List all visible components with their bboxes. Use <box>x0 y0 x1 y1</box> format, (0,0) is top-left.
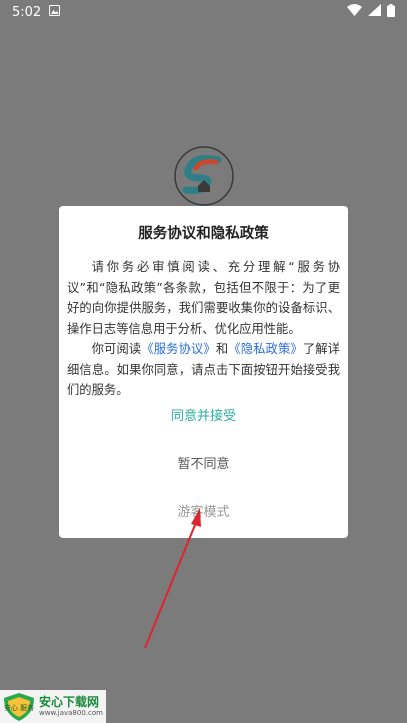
status-time: 5:02 <box>12 4 42 20</box>
signal-icon <box>368 4 381 20</box>
watermark-url: www.java800.com <box>39 709 103 717</box>
status-left: 5:02 <box>12 4 61 20</box>
para2-prefix: 你可阅读 <box>91 342 142 356</box>
battery-icon <box>387 3 395 21</box>
privacy-policy-link[interactable]: 《隐私政策》 <box>228 342 303 356</box>
privacy-dialog: 服务协议和隐私政策 请你务必审慎阅读、充分理解“服务协议”和“隐私政策”各条款，… <box>59 206 348 538</box>
watermark-name: 安心下载网 <box>39 695 100 709</box>
dialog-body: 请你务必审慎阅读、充分理解“服务协议”和“隐私政策”各条款，包括但不限于：为了更… <box>67 257 340 401</box>
app-logo <box>174 146 234 206</box>
status-right <box>347 3 395 21</box>
watermark-shield-icon: 安心 服务 <box>4 692 34 721</box>
site-watermark: 安心 服务 安心下载网 www.java800.com <box>0 690 106 723</box>
watermark-text: 安心下载网 www.java800.com <box>39 695 103 718</box>
watermark-badge-text: 安心 服务 <box>4 703 34 712</box>
dialog-paragraph-2: 你可阅读《服务协议》和《隐私政策》了解详细信息。如果你同意，请点击下面按钮开始接… <box>67 339 340 401</box>
para2-and: 和 <box>215 342 229 356</box>
dialog-title: 服务协议和隐私政策 <box>138 226 269 242</box>
service-agreement-link[interactable]: 《服务协议》 <box>141 342 216 356</box>
wifi-icon <box>347 4 362 20</box>
status-bar: 5:02 <box>0 0 407 24</box>
guest-mode-button[interactable]: 游客模式 <box>59 500 348 521</box>
accept-button[interactable]: 同意并接受 <box>59 404 348 425</box>
dialog-paragraph-1: 请你务必审慎阅读、充分理解“服务协议”和“隐私政策”各条款，包括但不限于：为了更… <box>67 260 340 336</box>
decline-button[interactable]: 暂不同意 <box>59 452 348 473</box>
gallery-notification-icon <box>49 4 61 20</box>
